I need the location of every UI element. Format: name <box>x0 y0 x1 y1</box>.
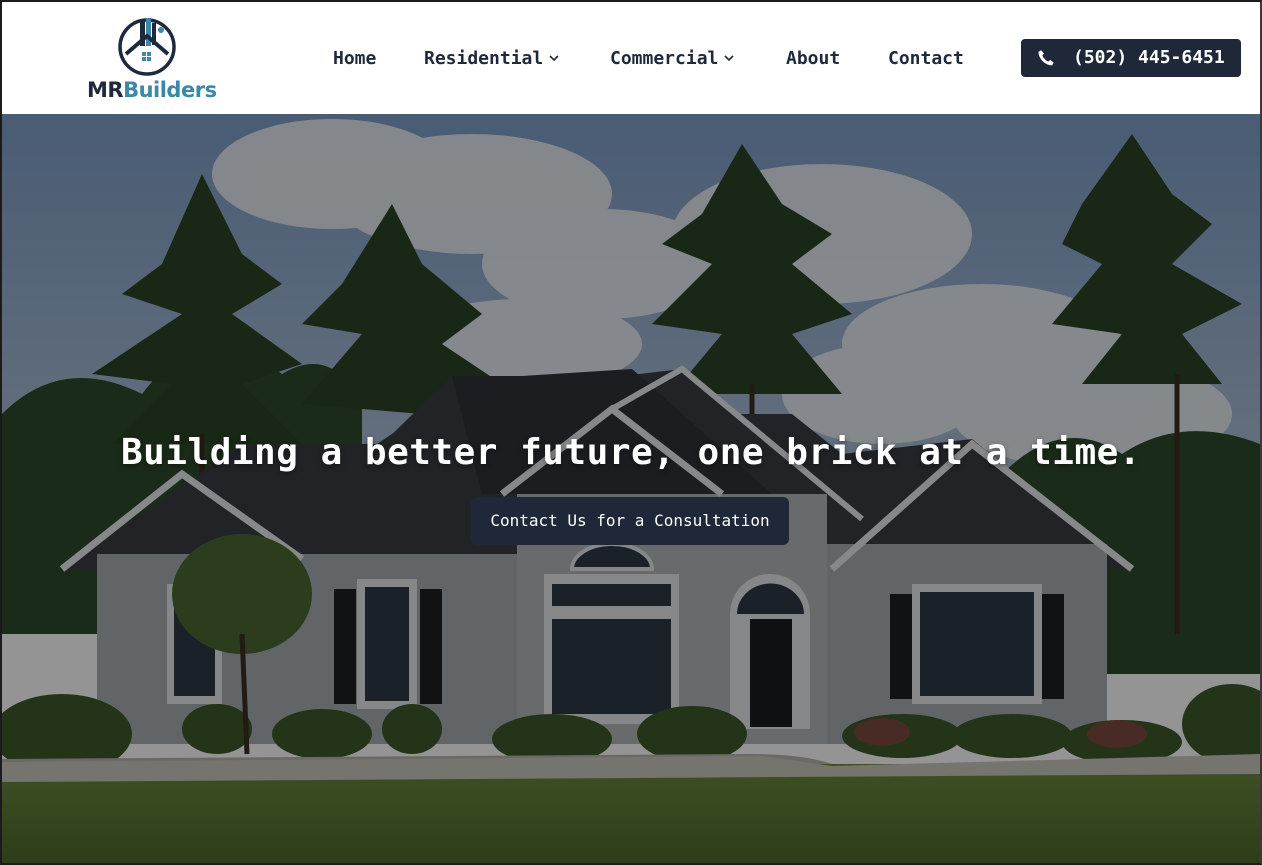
phone-number: (502) 445-6451 <box>1073 47 1225 68</box>
house-buildings-icon <box>118 18 176 76</box>
nav-residential[interactable]: Residential <box>424 46 561 72</box>
nav-commercial[interactable]: Commercial <box>610 46 736 72</box>
nav-contact[interactable]: Contact <box>888 46 964 72</box>
nav-home[interactable]: Home <box>333 46 376 72</box>
browser-viewport: MRBuilders Home Residential Commercial A… <box>0 0 1262 865</box>
chevron-down-icon <box>549 54 559 61</box>
hero-headline: Building a better future, one brick at a… <box>121 432 1141 473</box>
consultation-button[interactable]: Contact Us for a Consultation <box>471 497 789 545</box>
hero-dark-overlay <box>2 114 1260 863</box>
phone-call-button[interactable]: (502) 445-6451 <box>1021 39 1241 77</box>
site-header: MRBuilders Home Residential Commercial A… <box>2 2 1260 114</box>
logo-wordmark: MRBuilders <box>87 78 217 102</box>
chevron-down-icon <box>724 54 734 61</box>
phone-icon <box>1038 50 1054 66</box>
nav-about[interactable]: About <box>786 46 840 72</box>
hero-section: Building a better future, one brick at a… <box>2 114 1260 863</box>
site-logo[interactable]: MRBuilders <box>84 16 217 106</box>
